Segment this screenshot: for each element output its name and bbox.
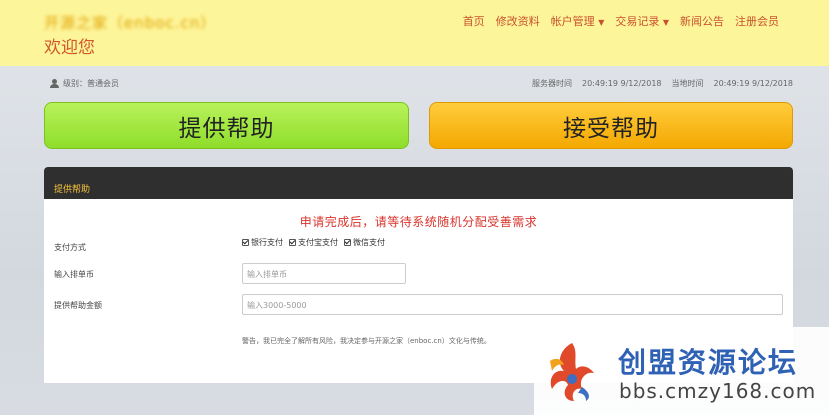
- top-header: 开源之家（enboc.cn） 欢迎您 首页 修改资料 帐户管理 ▼ 交易记录 ▼…: [0, 0, 829, 66]
- amount-label: 提供帮助金额: [54, 301, 102, 310]
- amount-input[interactable]: 输入3000-5000: [242, 294, 783, 315]
- nav-account-management[interactable]: 帐户管理 ▼: [551, 13, 605, 29]
- nav-transaction-records[interactable]: 交易记录 ▼: [615, 13, 669, 29]
- checkbox-checked-icon: [242, 239, 249, 246]
- watermark: 创盟资源论坛 bbs.cmzy168.com: [534, 327, 829, 415]
- checkbox-wechat[interactable]: 微信支付: [344, 237, 385, 248]
- local-time: 20:49:19 9/12/2018: [713, 79, 794, 88]
- site-brand[interactable]: 开源之家（enboc.cn）: [44, 12, 216, 33]
- nav-register[interactable]: 注册会员: [735, 13, 779, 29]
- caret-down-icon: ▼: [662, 18, 669, 27]
- checkbox-checked-icon: [344, 239, 351, 246]
- server-time: 20:49:19 9/12/2018: [582, 79, 662, 88]
- caret-down-icon: ▼: [598, 18, 605, 27]
- watermark-url: bbs.cmzy168.com: [619, 379, 817, 403]
- checkbox-checked-icon: [289, 239, 296, 246]
- accept-help-button[interactable]: 接受帮助: [429, 102, 793, 149]
- member-level-text: 级别：普通会员: [63, 79, 119, 88]
- provide-help-button[interactable]: 提供帮助: [44, 102, 409, 149]
- time-info: 服务器时间 20:49:19 9/12/2018 当地时间 20:49:19 9…: [532, 78, 793, 89]
- user-icon: [50, 79, 59, 88]
- payment-options: 银行支付 支付宝支付 微信支付: [242, 237, 385, 248]
- member-level: 级别：普通会员: [50, 78, 119, 89]
- payment-method-label: 支付方式: [54, 243, 86, 252]
- checkbox-bank[interactable]: 银行支付: [242, 237, 283, 248]
- local-time-label: 当地时间: [671, 79, 704, 88]
- nav-news[interactable]: 新闻公告: [680, 13, 724, 29]
- panel-title: 提供帮助: [54, 185, 91, 195]
- main-nav: 首页 修改资料 帐户管理 ▼ 交易记录 ▼ 新闻公告 注册会员: [463, 13, 779, 29]
- nav-home[interactable]: 首页: [463, 13, 485, 29]
- notice-text: 申请完成后，请等待系统随机分配受善需求: [299, 215, 538, 229]
- forum-logo-icon: [550, 343, 594, 401]
- nav-edit-profile[interactable]: 修改资料: [496, 13, 540, 29]
- risk-warning: 警告，我已完全了解所有风险，我决定参与开源之家（enboc.cn）文化与传统。: [242, 337, 491, 345]
- coin-label: 输入排单币: [54, 270, 94, 279]
- coin-input[interactable]: 输入排单币: [242, 263, 406, 284]
- watermark-title: 创盟资源论坛: [618, 346, 799, 379]
- checkbox-alipay[interactable]: 支付宝支付: [289, 237, 338, 248]
- welcome-text: 欢迎您: [44, 38, 95, 58]
- panel-header: 提供帮助: [44, 167, 793, 199]
- server-time-label: 服务器时间: [532, 79, 572, 88]
